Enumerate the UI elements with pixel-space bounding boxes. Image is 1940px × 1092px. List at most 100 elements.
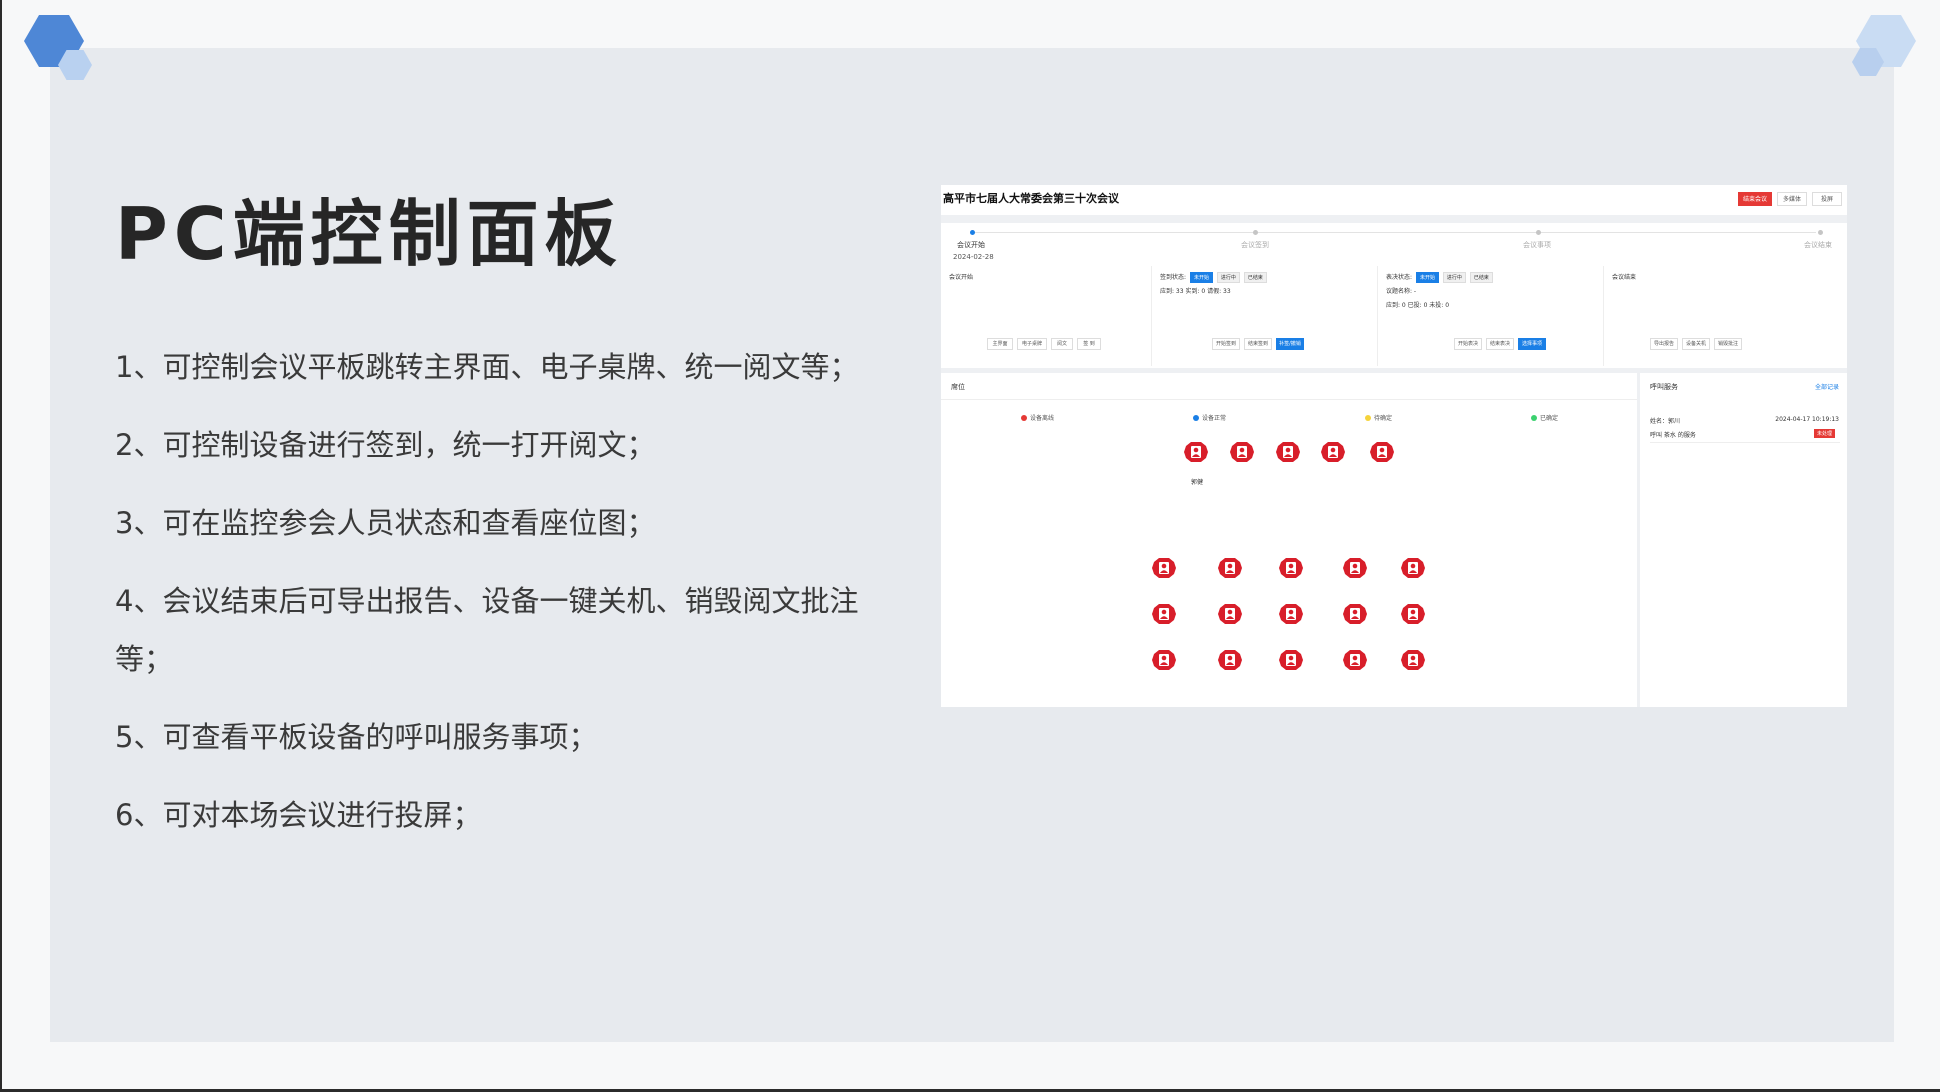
status-in-progress-tag[interactable]: 进行中 [1442, 272, 1466, 283]
call-item-divider [1650, 442, 1840, 443]
seat-icon[interactable] [1278, 648, 1304, 672]
status-dot-icon [1531, 415, 1537, 421]
panel-header: 高平市七届人大常委会第三十次会议 结束会议 多媒体 投屏 [941, 185, 1847, 215]
steps-progress-line [971, 232, 1816, 233]
step-dot-icon [970, 230, 975, 235]
unhandled-badge[interactable]: 未处理 [1813, 429, 1835, 438]
end-meeting-button[interactable]: 结束会议 [1738, 192, 1772, 206]
left-frame-border [0, 0, 2, 1092]
control-panel-screenshot: 高平市七届人大常委会第三十次会议 结束会议 多媒体 投屏 会议开始 会议签到 会… [941, 185, 1847, 707]
legend-offline: 设备离线 [1021, 413, 1054, 422]
legend-label: 待确定 [1374, 415, 1393, 422]
feature-item: 4、会议结束后可导出报告、设备一键关机、销毁阅文批注等； [115, 584, 859, 676]
seat-map-panel: 席位 设备离线 设备正常 待确定 已确定 郭健 [941, 373, 1637, 707]
legend-label: 设备正常 [1202, 415, 1227, 422]
seat-icon[interactable] [1278, 602, 1304, 626]
status-not-started-tag[interactable]: 未开始 [1189, 272, 1213, 283]
select-item-button[interactable]: 选择事项 [1518, 338, 1546, 350]
call-panel-title: 呼叫服务 [1650, 383, 1678, 391]
meeting-start-column: 会议开始 主界面 电子桌牌 阅文 签 到 [941, 266, 1151, 366]
seat-icon[interactable] [1275, 440, 1301, 464]
step-meeting-signin[interactable]: 会议签到 [1241, 240, 1269, 250]
seat-panel-title: 席位 [951, 383, 965, 391]
status-in-progress-tag[interactable]: 进行中 [1216, 272, 1240, 283]
vote-stats: 应到: 0 已投: 0 未投: 0 [1386, 302, 1450, 309]
step-dot-icon [1536, 230, 1541, 235]
seat-icon[interactable] [1183, 440, 1209, 464]
seat-icon[interactable] [1151, 556, 1177, 580]
feature-item: 3、可在监控参会人员状态和查看座位图； [115, 506, 656, 540]
screen-cast-button[interactable]: 投屏 [1812, 192, 1842, 206]
feature-item: 5、可查看平板设备的呼叫服务事项； [115, 720, 598, 754]
destroy-annotations-button[interactable]: 销毁批注 [1714, 338, 1742, 350]
signin-button[interactable]: 签 到 [1077, 338, 1101, 350]
legend-label: 已确定 [1540, 415, 1559, 422]
main-screen-button[interactable]: 主界面 [987, 338, 1013, 350]
legend-confirmed: 已确定 [1531, 413, 1558, 422]
signin-status-row: 签到状态: 未开始 进行中 已结束 [1160, 272, 1267, 283]
seat-icon[interactable] [1151, 602, 1177, 626]
start-vote-button[interactable]: 开始表决 [1454, 338, 1482, 350]
seat-icon[interactable] [1400, 648, 1426, 672]
meeting-steps-panel: 会议开始 会议签到 会议事项 会议结束 2024-02-28 会议开始 主界面 … [941, 223, 1847, 368]
seat-icon[interactable] [1400, 602, 1426, 626]
seat-icon[interactable] [1217, 556, 1243, 580]
end-signin-button[interactable]: 结束签到 [1244, 338, 1272, 350]
seat-icon[interactable] [1400, 556, 1426, 580]
device-shutdown-button[interactable]: 设备关机 [1682, 338, 1710, 350]
seat-icon[interactable] [1369, 440, 1395, 464]
seat-icon[interactable] [1342, 602, 1368, 626]
legend-label: 设备离线 [1030, 415, 1055, 422]
seat-icon[interactable] [1278, 556, 1304, 580]
signin-column: 签到状态: 未开始 进行中 已结束 应到: 33 实到: 0 请假: 33 开始… [1152, 266, 1377, 366]
feature-item: 2、可控制设备进行签到，统一打开阅文； [115, 428, 656, 462]
export-report-button[interactable]: 导出报告 [1650, 338, 1678, 350]
feature-item: 1、可控制会议平板跳转主界面、电子桌牌、统一阅文等； [115, 350, 859, 384]
panel-divider [941, 399, 1637, 400]
seat-icon[interactable] [1217, 648, 1243, 672]
desk-sign-button[interactable]: 电子桌牌 [1017, 338, 1047, 350]
step-meeting-end[interactable]: 会议结束 [1804, 240, 1832, 250]
start-date: 2024-02-28 [953, 253, 994, 261]
status-dot-icon [1365, 415, 1371, 421]
seat-icon[interactable] [1217, 602, 1243, 626]
meeting-title: 高平市七届人大常委会第三十次会议 [943, 192, 1119, 205]
read-doc-button[interactable]: 阅文 [1051, 338, 1073, 350]
seat-icon[interactable] [1151, 648, 1177, 672]
vote-column: 表决状态: 未开始 进行中 已结束 议题名称: - 应到: 0 已投: 0 未投… [1378, 266, 1603, 366]
multimedia-button[interactable]: 多媒体 [1777, 192, 1807, 206]
slide-title: PC端控制面板 [115, 192, 623, 276]
feature-list: 1、可控制会议平板跳转主界面、电子桌牌、统一阅文等； 2、可控制设备进行签到，统… [115, 338, 885, 864]
resign-button[interactable]: 补签/撤销 [1276, 338, 1304, 350]
call-service-panel: 呼叫服务 全部记录 姓名：郭川 2024-04-17 10:19:13 呼叫 茶… [1640, 373, 1847, 707]
seat-occupant-name: 郭健 [1191, 479, 1204, 486]
status-ended-tag[interactable]: 已结束 [1469, 272, 1493, 283]
feature-item: 6、可对本场会议进行投屏； [115, 798, 482, 832]
status-dot-icon [1193, 415, 1199, 421]
step-meeting-start[interactable]: 会议开始 [957, 240, 985, 250]
call-request: 呼叫 茶水 的服务 [1650, 432, 1696, 439]
signin-stats: 应到: 33 实到: 0 请假: 33 [1160, 288, 1231, 295]
seat-icon[interactable] [1342, 556, 1368, 580]
status-ended-tag[interactable]: 已结束 [1243, 272, 1267, 283]
step-dot-icon [1818, 230, 1823, 235]
all-records-link[interactable]: 全部记录 [1815, 382, 1839, 391]
seat-icon[interactable] [1342, 648, 1368, 672]
end-vote-button[interactable]: 结束表决 [1486, 338, 1514, 350]
legend-pending: 待确定 [1365, 413, 1392, 422]
vote-status-row: 表决状态: 未开始 进行中 已结束 [1386, 272, 1493, 283]
seat-icon[interactable] [1229, 440, 1255, 464]
step-meeting-items[interactable]: 会议事项 [1523, 240, 1551, 250]
seat-icon[interactable] [1320, 440, 1346, 464]
column-title: 会议开始 [949, 274, 974, 281]
call-time: 2024-04-17 10:19:13 [1775, 416, 1839, 423]
status-dot-icon [1021, 415, 1027, 421]
start-signin-button[interactable]: 开始签到 [1212, 338, 1240, 350]
status-not-started-tag[interactable]: 未开始 [1415, 272, 1439, 283]
caller-name: 姓名：郭川 [1650, 418, 1681, 425]
legend-normal: 设备正常 [1193, 413, 1226, 422]
signin-status-label: 签到状态: [1160, 274, 1187, 281]
vote-topic: 议题名称: - [1386, 288, 1417, 295]
column-title: 会议结束 [1612, 274, 1637, 281]
meeting-end-column: 会议结束 导出报告 设备关机 销毁批注 [1604, 266, 1847, 366]
